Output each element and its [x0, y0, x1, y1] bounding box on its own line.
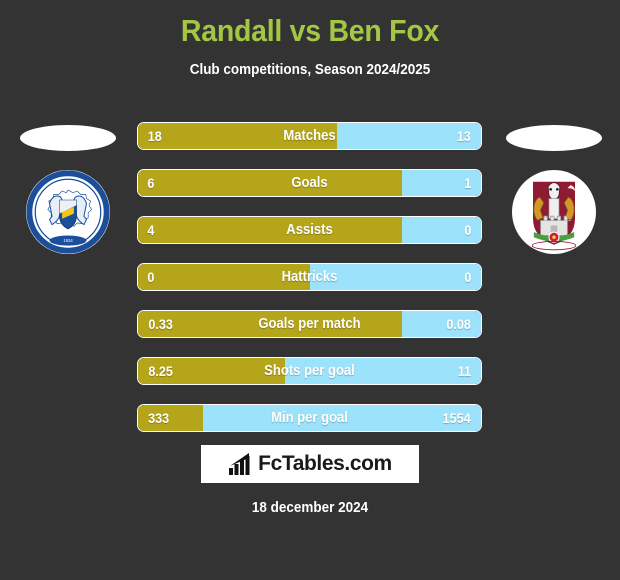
page-subtitle: Club competitions, Season 2024/2025 [189, 62, 431, 78]
right-ellipse-decoration [506, 125, 602, 151]
svg-text:1934: 1934 [63, 238, 73, 243]
home-value: 4 [147, 222, 155, 238]
stat-label: Matches [283, 128, 336, 144]
home-value: 6 [147, 175, 155, 191]
stat-row-min-per-goal: 333 Min per goal 1554 [137, 404, 482, 432]
away-value: 11 [457, 363, 472, 379]
bar-chart-icon [229, 453, 250, 475]
stat-row-hattricks: 0 Hattricks 0 [137, 263, 482, 291]
stat-row-goals: 6 Goals 1 [137, 169, 482, 197]
away-value: 0.08 [446, 316, 471, 332]
page-title: Randall vs Ben Fox [180, 13, 440, 48]
away-value: 13 [457, 128, 472, 144]
fctables-logo-text: FcTables.com [258, 452, 392, 475]
stat-label: Assists [286, 222, 333, 238]
fctables-logo[interactable]: FcTables.com [201, 445, 419, 483]
northampton-town-crest-icon [512, 170, 596, 254]
footer-date: 18 december 2024 [251, 500, 369, 516]
peterborough-united-crest-icon: 1934 [26, 170, 110, 254]
away-value: 0 [464, 269, 472, 285]
stat-row-shots-per-goal: 8.25 Shots per goal 11 [137, 357, 482, 385]
stat-label: Goals [291, 175, 328, 191]
home-club-badge: 1934 [26, 170, 110, 254]
stat-label: Hattricks [281, 269, 338, 285]
home-value: 0 [147, 269, 155, 285]
stat-row-goals-per-match: 0.33 Goals per match 0.08 [137, 310, 482, 338]
comparison-infographic: Randall vs Ben Fox Club competitions, Se… [0, 0, 620, 580]
away-value: 1554 [442, 410, 471, 426]
away-value: 1 [464, 175, 472, 191]
stat-label: Goals per match [258, 316, 361, 332]
stat-row-assists: 4 Assists 0 [137, 216, 482, 244]
stat-rows: 18 Matches 13 6 Goals 1 4 Assists 0 0 Ha… [137, 122, 482, 451]
stat-label: Min per goal [271, 410, 348, 426]
away-club-badge [512, 170, 596, 254]
stat-row-matches: 18 Matches 13 [137, 122, 482, 150]
stat-label: Shots per goal [264, 363, 355, 379]
away-value: 0 [464, 222, 472, 238]
left-ellipse-decoration [20, 125, 116, 151]
